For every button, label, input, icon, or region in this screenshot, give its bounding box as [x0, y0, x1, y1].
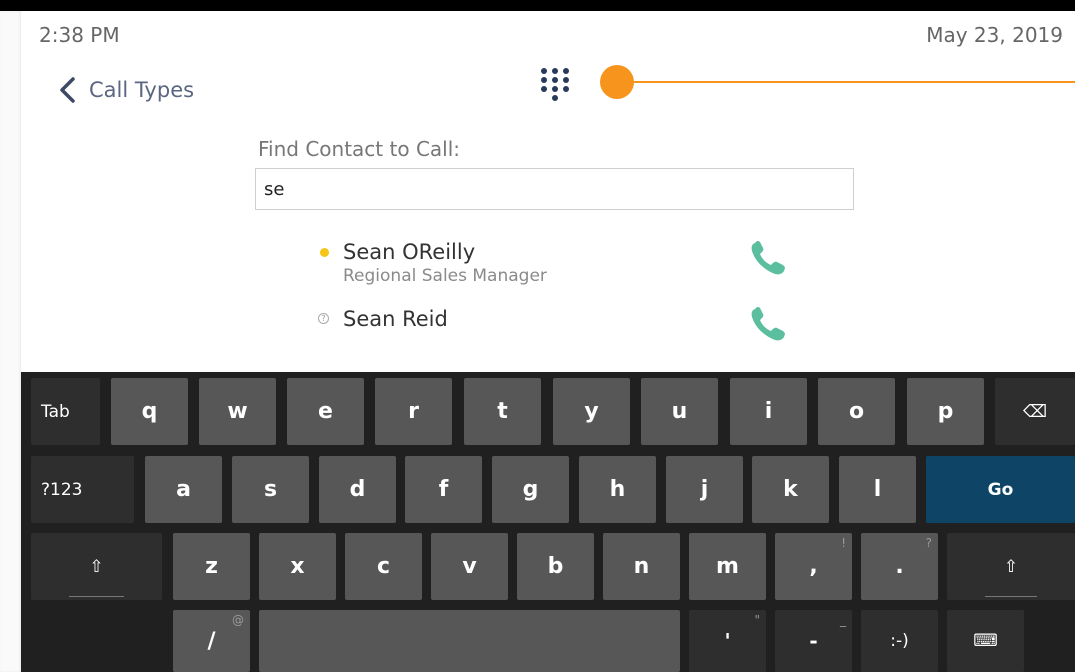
presence-available-icon: [320, 248, 329, 257]
screen: 2:38 PM May 23, 2019 Call Types Find Con…: [21, 11, 1075, 672]
key-k[interactable]: k: [752, 456, 829, 523]
key-x[interactable]: x: [259, 533, 336, 600]
key-slash[interactable]: / @: [173, 610, 250, 672]
back-button[interactable]: Call Types: [57, 73, 194, 107]
key-r[interactable]: r: [375, 378, 452, 445]
key-comma-label: ,: [809, 554, 818, 579]
on-screen-keyboard: Tab q w e r t y u i o p ⌫ ?123 a s d f g…: [21, 372, 1075, 672]
key-o[interactable]: o: [818, 378, 895, 445]
contact-search-input[interactable]: [255, 168, 854, 210]
key-d[interactable]: d: [319, 456, 396, 523]
key-w[interactable]: w: [199, 378, 276, 445]
key-z[interactable]: z: [173, 533, 250, 600]
slider-track: [631, 81, 1075, 83]
key-period-label: .: [895, 554, 904, 579]
key-u[interactable]: u: [641, 378, 718, 445]
key-tab[interactable]: Tab: [31, 378, 100, 445]
key-l[interactable]: l: [839, 456, 916, 523]
top-bezel: [0, 0, 1075, 11]
key-slash-hint: @: [232, 613, 244, 627]
call-phone-icon[interactable]: [747, 305, 793, 347]
key-s[interactable]: s: [232, 456, 309, 523]
key-apostrophe-label: ': [724, 629, 731, 653]
key-t[interactable]: t: [464, 378, 541, 445]
key-g[interactable]: g: [492, 456, 569, 523]
key-apostrophe[interactable]: ' ": [689, 610, 766, 672]
key-j[interactable]: j: [666, 456, 743, 523]
key-q[interactable]: q: [111, 378, 188, 445]
contact-name: Sean Reid: [343, 307, 448, 331]
key-comma[interactable]: , !: [775, 533, 852, 600]
key-period-hint: ?: [925, 536, 932, 550]
key-dash[interactable]: - _: [775, 610, 852, 672]
find-contact-label: Find Contact to Call:: [258, 137, 461, 161]
key-period[interactable]: . ?: [861, 533, 938, 600]
key-f[interactable]: f: [405, 456, 482, 523]
key-symbols[interactable]: ?123: [31, 456, 134, 523]
status-date: May 23, 2019: [926, 23, 1063, 47]
key-a[interactable]: a: [145, 456, 222, 523]
slider-handle[interactable]: [600, 65, 634, 99]
chevron-left-icon: [60, 77, 75, 103]
contact-list-item[interactable]: ? Sean Reid: [316, 307, 816, 337]
shift-indicator: [985, 596, 1037, 597]
device-frame: 2:38 PM May 23, 2019 Call Types Find Con…: [0, 0, 1075, 672]
key-shift-left[interactable]: ⇧: [31, 533, 162, 600]
key-shift-right[interactable]: ⇧: [947, 533, 1075, 600]
keyboard-hide-icon[interactable]: ⌨: [947, 610, 1024, 672]
key-dash-hint: _: [840, 613, 846, 627]
contact-list-item[interactable]: Sean OReilly Regional Sales Manager: [316, 240, 816, 290]
dialpad-icon[interactable]: [535, 65, 575, 107]
key-y[interactable]: y: [553, 378, 630, 445]
status-time: 2:38 PM: [39, 23, 120, 47]
key-c[interactable]: c: [345, 533, 422, 600]
key-go[interactable]: Go: [926, 456, 1075, 523]
key-v[interactable]: v: [431, 533, 508, 600]
contact-name: Sean OReilly: [343, 240, 476, 264]
back-label: Call Types: [89, 78, 195, 102]
key-i[interactable]: i: [730, 378, 807, 445]
call-phone-icon[interactable]: [747, 239, 793, 281]
contact-title: Regional Sales Manager: [343, 266, 547, 286]
key-e[interactable]: e: [287, 378, 364, 445]
presence-unknown-icon: ?: [318, 313, 329, 324]
key-slash-label: /: [207, 628, 216, 654]
key-b[interactable]: b: [517, 533, 594, 600]
key-smiley[interactable]: :-): [861, 610, 938, 672]
key-h[interactable]: h: [579, 456, 656, 523]
key-comma-hint: !: [841, 536, 846, 550]
key-dash-label: -: [809, 629, 818, 653]
key-apostrophe-hint: ": [754, 613, 760, 627]
shift-icon: ⇧: [89, 556, 104, 577]
left-bezel: [0, 11, 21, 672]
key-m[interactable]: m: [689, 533, 766, 600]
shift-icon: ⇧: [1003, 556, 1019, 577]
key-n[interactable]: n: [603, 533, 680, 600]
key-p[interactable]: p: [907, 378, 984, 445]
key-space[interactable]: [259, 610, 680, 672]
key-backspace[interactable]: ⌫: [995, 378, 1075, 445]
shift-indicator: [69, 596, 124, 597]
